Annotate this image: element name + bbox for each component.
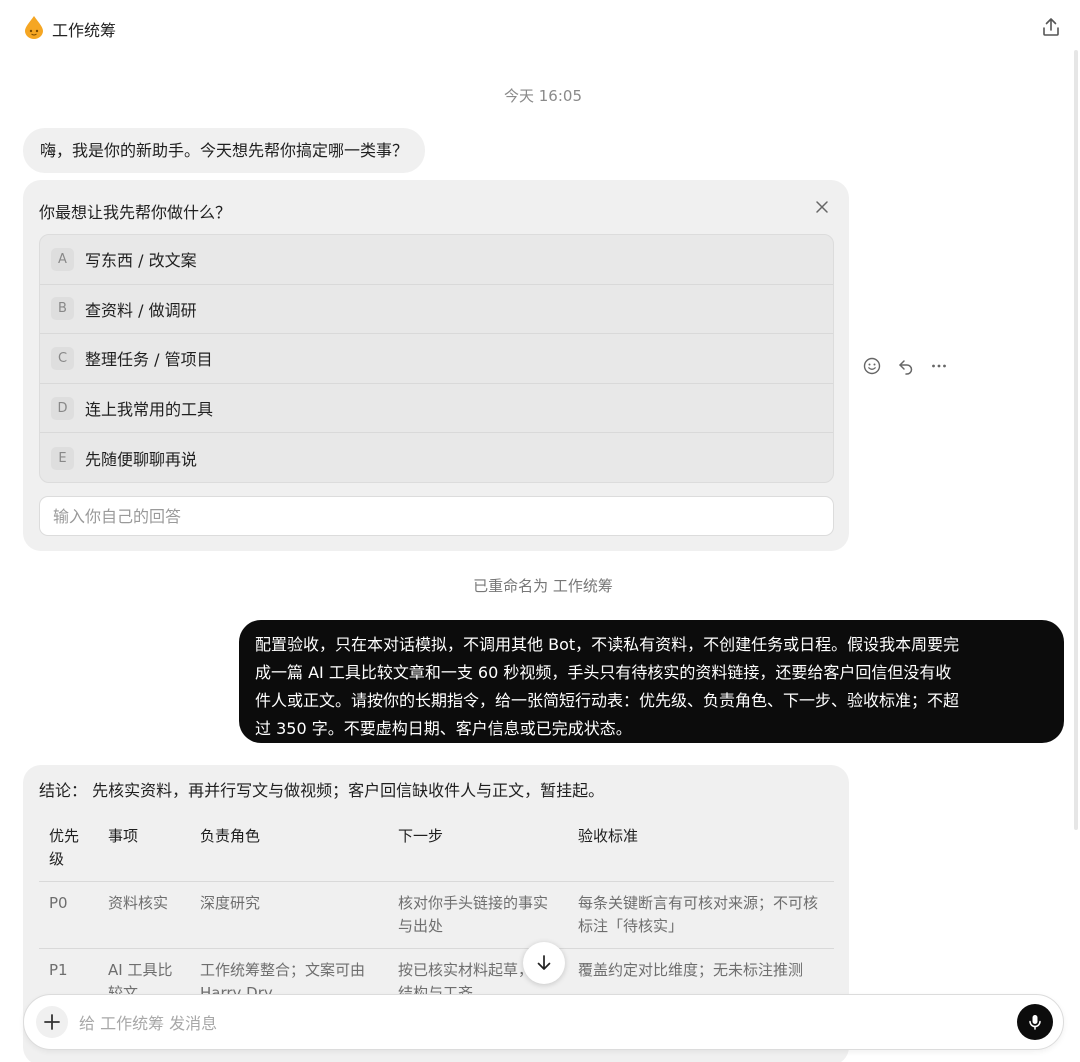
user-message-line: 成一篇 AI 工具比较文章和一支 60 秒视频，手头只有待核实的资料链接，还要给… — [255, 663, 952, 682]
bot-greeting-bubble: 嗨，我是你的新助手。今天想先帮你搞定哪一类事？ — [23, 128, 426, 173]
attach-button[interactable] — [36, 1006, 68, 1038]
question-card: 你最想让我先帮你做什么？ A 写东西 / 改文案 B 查资料 / 做调研 C 整… — [23, 180, 849, 551]
option-label: 整理任务 / 管项目 — [85, 350, 213, 370]
header-acceptance: 验收标准 — [568, 817, 834, 882]
close-icon[interactable] — [813, 198, 831, 216]
question-title: 你最想让我先帮你做什么？ — [39, 203, 232, 222]
option-list: A 写东西 / 改文案 B 查资料 / 做调研 C 整理任务 / 管项目 D 连… — [39, 234, 834, 483]
option-c[interactable]: C 整理任务 / 管项目 — [40, 334, 833, 384]
microphone-icon — [1029, 1015, 1041, 1030]
header-priority: 优先级 — [39, 817, 98, 882]
option-label: 查资料 / 做调研 — [85, 300, 197, 320]
option-a[interactable]: A 写东西 / 改文案 — [40, 235, 833, 285]
option-label: 先随便聊聊再说 — [85, 450, 198, 470]
header-role: 负责角色 — [190, 817, 388, 882]
option-e[interactable]: E 先随便聊聊再说 — [40, 433, 833, 482]
cell: 核对你手头链接的事实与出处 — [388, 881, 568, 949]
option-label: 写东西 / 改文案 — [85, 251, 197, 271]
share-icon[interactable] — [1040, 16, 1062, 38]
reply-icon[interactable] — [896, 356, 916, 376]
scrollbar[interactable] — [1074, 50, 1078, 830]
user-message-line: 配置验收，只在本对话模拟，不调用其他 Bot，不读私有资料，不创建任务或日程。假… — [255, 635, 960, 654]
option-key: B — [51, 297, 74, 321]
cell: P0 — [39, 881, 98, 949]
option-b[interactable]: B 查资料 / 做调研 — [40, 285, 833, 335]
user-message-line: 件人或正文。请按你的长期指令，给一张简短行动表：优先级、负责角色、下一步、验收标… — [255, 691, 960, 710]
cell: 深度研究 — [190, 881, 388, 949]
table-header-row: 优先级 事项 负责角色 下一步 验收标准 — [39, 817, 834, 882]
rename-notice: 已重命名为 工作统筹 — [473, 577, 613, 595]
more-icon[interactable] — [929, 356, 949, 376]
option-label: 连上我常用的工具 — [85, 400, 214, 420]
action-table: 优先级 事项 负责角色 下一步 验收标准 P0 资料核实 深度研究 核对你手头链… — [39, 817, 834, 1016]
cell: 每条关键断言有可核对来源；不可核标注「待核实」 — [568, 881, 834, 949]
voice-input-button[interactable] — [1017, 1004, 1053, 1040]
option-d[interactable]: D 连上我常用的工具 — [40, 384, 833, 434]
message-input[interactable] — [79, 1009, 979, 1037]
timestamp: 今天 16:05 — [504, 87, 582, 105]
custom-answer-input[interactable] — [39, 496, 834, 536]
arrow-down-icon — [537, 955, 551, 970]
table-row: P0 资料核实 深度研究 核对你手头链接的事实与出处 每条关键断言有可核对来源；… — [39, 881, 834, 949]
response-conclusion: 结论： 先核实资料，再并行写文与做视频；客户回信缺收件人与正文，暂挂起。 — [39, 781, 605, 800]
message-composer — [23, 994, 1064, 1050]
user-message-line: 过 350 字。不要虚构日期、客户信息或已完成状态。 — [255, 719, 632, 738]
option-key: E — [51, 446, 74, 470]
option-key: A — [51, 247, 74, 271]
plus-icon — [44, 1014, 60, 1030]
scroll-to-bottom-button[interactable] — [523, 942, 565, 984]
header: 工作统筹 — [0, 0, 1080, 58]
emoji-reaction-icon[interactable] — [862, 356, 882, 376]
user-message-bubble: 配置验收，只在本对话模拟，不调用其他 Bot，不读私有资料，不创建任务或日程。假… — [239, 620, 1064, 743]
cell: 资料核实 — [98, 881, 190, 949]
bot-logo-icon — [25, 16, 43, 39]
option-key: C — [51, 346, 74, 370]
header-next-step: 下一步 — [388, 817, 568, 882]
header-item: 事项 — [98, 817, 190, 882]
chat-window: 工作统筹 今天 16:05 嗨，我是你的新助手。今天想先帮你搞定哪一类事？ 你最… — [0, 0, 1080, 1062]
chat-title[interactable]: 工作统筹 — [52, 17, 116, 41]
option-key: D — [51, 396, 74, 420]
